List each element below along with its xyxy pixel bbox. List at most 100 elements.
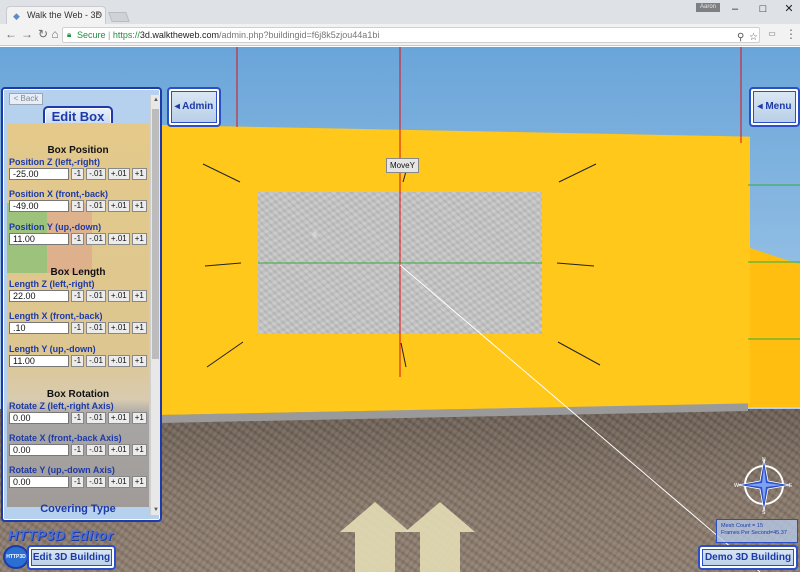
step-button[interactable]: +1 [131, 412, 147, 424]
field-row: -25.00 -1 -.01 +.01 +1 [9, 168, 147, 180]
step-button[interactable]: -.01 [86, 444, 106, 456]
movey-tooltip[interactable]: MoveY [386, 158, 419, 173]
home-icon[interactable]: ⌂ [48, 27, 62, 41]
browser-tab[interactable]: ◆ Walk the Web - 3D Buildi × [6, 6, 106, 24]
demo-3d-building-button[interactable]: Demo 3D Building [698, 545, 798, 570]
step-button[interactable]: -1 [71, 444, 85, 456]
value-input[interactable]: 22.00 [9, 290, 69, 302]
step-button[interactable]: +1 [131, 355, 147, 367]
tab-title: Walk the Web - 3D Buildi [27, 10, 105, 20]
step-button[interactable]: -1 [71, 355, 85, 367]
selection-tick [556, 262, 595, 267]
step-button[interactable]: -.01 [86, 168, 106, 180]
back-arrow-icon[interactable]: ← [4, 27, 18, 41]
field-row: .10 -1 -.01 +.01 +1 [9, 322, 147, 334]
menu-button[interactable]: ◂ Menu [749, 87, 800, 127]
section-title-length: Box Length [50, 267, 106, 278]
step-button[interactable]: -.01 [86, 322, 106, 334]
step-button[interactable]: +.01 [107, 290, 130, 302]
step-button[interactable]: -.01 [86, 355, 106, 367]
step-button[interactable]: +.01 [107, 322, 130, 334]
value-input[interactable]: 0.00 [9, 412, 69, 424]
step-button[interactable]: -.01 [86, 233, 106, 245]
step-button[interactable]: -.01 [86, 476, 106, 488]
section-title-covering: Covering Type [40, 503, 116, 515]
star-icon[interactable]: ☆ [749, 31, 758, 45]
step-button[interactable]: +.01 [107, 355, 130, 367]
frames-per-second: Frames Per Second=45.37 [721, 530, 787, 536]
scroll-up-icon[interactable]: ▲ [152, 96, 160, 104]
site-favicon-icon: ◆ [13, 11, 20, 21]
field-label: Position X (front,-back) [9, 189, 108, 199]
step-button[interactable]: -.01 [86, 200, 106, 212]
field-row: 11.00 -1 -.01 +.01 +1 [9, 355, 147, 367]
scroll-thumb[interactable] [152, 109, 159, 359]
step-button[interactable]: +1 [131, 233, 147, 245]
selection-tick [400, 342, 407, 368]
address-bar[interactable]: 🔒︎ Secure | https://3d.walktheweb.com/ad… [62, 27, 760, 43]
step-button[interactable]: -1 [71, 290, 85, 302]
step-button[interactable]: +.01 [107, 412, 130, 424]
step-button[interactable]: +1 [131, 200, 147, 212]
step-button[interactable]: +.01 [107, 168, 130, 180]
step-button[interactable]: +.01 [107, 233, 130, 245]
edit-3d-building-button[interactable]: Edit 3D Building [27, 545, 116, 570]
back-button[interactable]: < Back [9, 93, 43, 105]
window-close-button[interactable]: ✕ [776, 1, 800, 17]
step-button[interactable]: +1 [131, 444, 147, 456]
value-input[interactable]: -49.00 [9, 200, 69, 212]
browser-titlebar: ◆ Walk the Web - 3D Buildi × Aaron – □ ✕ [0, 0, 800, 24]
step-button[interactable]: -1 [71, 476, 85, 488]
value-input[interactable]: 0.00 [9, 476, 69, 488]
field-row: 11.00 -1 -.01 +.01 +1 [9, 233, 147, 245]
field-row: 0.00 -1 -.01 +.01 +1 [9, 444, 147, 456]
step-button[interactable]: +1 [131, 168, 147, 180]
step-button[interactable]: -.01 [86, 412, 106, 424]
step-button[interactable]: -1 [71, 412, 85, 424]
step-button[interactable]: -1 [71, 322, 85, 334]
step-button[interactable]: +1 [131, 290, 147, 302]
admin-button[interactable]: ◂ Admin [167, 87, 221, 127]
walk-forward-left-arrow [340, 502, 410, 572]
section-title-rotation: Box Rotation [46, 389, 110, 400]
kebab-menu-icon[interactable]: ⋮ [784, 27, 798, 41]
field-label: Position Y (up,-down) [9, 222, 102, 232]
admin-button-label: Admin [182, 101, 214, 112]
maximize-button[interactable]: □ [750, 1, 776, 17]
field-label: Rotate Z (left,-right Axis) [9, 401, 114, 411]
step-button[interactable]: -1 [71, 200, 85, 212]
value-input[interactable]: -25.00 [9, 168, 69, 180]
value-input[interactable]: 0.00 [9, 444, 69, 456]
secure-label: Secure [77, 30, 106, 40]
forward-arrow-icon[interactable]: → [20, 27, 34, 41]
step-button[interactable]: +1 [131, 322, 147, 334]
step-button[interactable]: +.01 [107, 444, 130, 456]
value-input[interactable]: .10 [9, 322, 69, 334]
step-button[interactable]: +.01 [107, 476, 130, 488]
walk-forward-arrows[interactable] [340, 502, 480, 572]
profile-badge[interactable]: Aaron [696, 3, 720, 12]
compass-icon[interactable]: N E S W [734, 455, 794, 515]
mesh-count: Mesh Count = 15 [721, 523, 764, 529]
edit-box-form: Box Position Box Length Box Rotation Pos… [7, 123, 149, 507]
pin-icon[interactable]: ⚲ [737, 31, 744, 45]
scroll-down-icon[interactable]: ▼ [152, 506, 160, 514]
step-button[interactable]: +.01 [107, 200, 130, 212]
tab-close-icon[interactable]: × [95, 9, 101, 20]
step-button[interactable]: -.01 [86, 290, 106, 302]
selection-tick [206, 341, 244, 368]
selection-tick [557, 341, 601, 366]
value-input[interactable]: 11.00 [9, 233, 69, 245]
panel-scrollbar[interactable]: ▲ ▼ [150, 95, 160, 515]
compass-w-label: W [734, 483, 739, 489]
selection-tick [202, 163, 241, 183]
value-input[interactable]: 11.00 [9, 355, 69, 367]
minimize-button[interactable]: – [722, 1, 748, 17]
url-host: 3d.walktheweb.com [139, 30, 219, 40]
step-button[interactable]: -1 [71, 233, 85, 245]
new-tab-button[interactable] [108, 12, 130, 22]
extension-icon[interactable]: ▭ [766, 27, 778, 41]
step-button[interactable]: -1 [71, 168, 85, 180]
menu-button-label: Menu [765, 101, 792, 112]
step-button[interactable]: +1 [131, 476, 147, 488]
